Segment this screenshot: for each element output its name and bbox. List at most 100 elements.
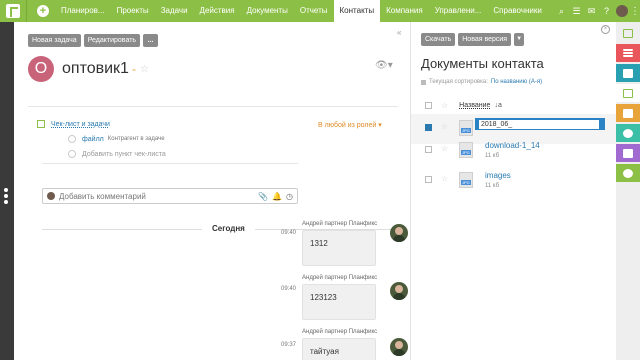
visibility-icon[interactable]: 👁▾ (375, 60, 393, 71)
print-icon[interactable] (616, 144, 640, 162)
comment-input[interactable]: Добавить комментарий 📎 🔔 ◷ (42, 188, 298, 204)
message-author: Андрей партнер Планфикс (302, 221, 378, 227)
checklist-title[interactable]: Чек-лист и задачи (51, 121, 110, 128)
sort-label: Текущая сортировка: (429, 79, 488, 85)
close-icon[interactable]: × (601, 25, 610, 34)
author-avatar (390, 224, 408, 242)
nav-item-actions[interactable]: Действия (194, 0, 241, 22)
nav-item-references[interactable]: Справочники (487, 0, 547, 22)
left-rail (0, 22, 14, 360)
author-avatar (390, 282, 408, 300)
author-avatar (390, 338, 408, 356)
nav-item-management[interactable]: Управлени... (429, 0, 488, 22)
message-author: Андрей партнер Планфикс (302, 275, 378, 281)
select-all-checkbox[interactable] (425, 102, 432, 109)
checklist-header: Чек-лист и задачи (37, 120, 110, 128)
top-navigation-bar: + Планиров... Проекты Задачи Действия До… (0, 0, 640, 22)
new-task-button[interactable]: Новая задача (28, 34, 81, 47)
add-item-circle (68, 150, 76, 158)
add-icon[interactable]: + (37, 5, 49, 17)
rename-input[interactable]: 2018_06_ (479, 120, 599, 129)
file-checkbox[interactable] (425, 146, 432, 153)
add-checklist-item-input[interactable]: Добавить пункт чек-листа (82, 151, 166, 158)
nav-item-tasks[interactable]: Задачи (155, 0, 194, 22)
file-list-header: ☆ Название ↓a (425, 101, 502, 110)
checklist-item: файлл Контрагент в задаче (68, 135, 165, 143)
star-icon[interactable]: ☆ (441, 144, 448, 153)
nav-item-projects[interactable]: Проекты (111, 0, 155, 22)
bell-icon[interactable]: 🔔 (272, 192, 282, 201)
file-size: 11 кб (485, 153, 500, 159)
contact-avatar: О (28, 56, 54, 82)
chevron-down-icon[interactable]: ▼ (514, 33, 525, 46)
rail-handle-icon[interactable] (4, 188, 9, 206)
file-name[interactable]: images (485, 171, 511, 180)
contact-status-dash: - (131, 62, 136, 76)
file-checkbox[interactable] (425, 176, 432, 183)
card-toolbar: Новая задача Редактировать ... (28, 34, 159, 47)
divider (42, 163, 298, 164)
nav-item-contacts[interactable]: Контакты (333, 0, 381, 22)
new-version-button[interactable]: Новая версия (458, 33, 512, 46)
nav-item-documents[interactable]: Документы (241, 0, 294, 22)
file-row[interactable]: ☆ JPG images 11 кб (411, 166, 617, 196)
documents-panel: Скачать Новая версия ▼ × Документы конта… (410, 22, 630, 360)
divider (26, 0, 27, 22)
right-icon-rail (616, 22, 640, 360)
star-icon[interactable]: ☆ (441, 174, 448, 183)
contact-header: О оптовик1 - ☆ (28, 56, 149, 82)
top-right-controls: ⌕ ☰ ✉ ? ⋮ (554, 0, 640, 22)
nav-item-planner[interactable]: Планиров... (55, 0, 111, 22)
sort-info: Текущая сортировка: По названию (А-я) (421, 79, 542, 85)
folder-icon[interactable] (616, 64, 640, 82)
file-row[interactable]: ☆ JPG download-1_14 11 кб (411, 136, 617, 166)
star-icon[interactable]: ☆ (140, 64, 149, 75)
image-file-icon: JPG (459, 172, 473, 188)
clipboard-icon[interactable] (616, 104, 640, 122)
checklist-item-link[interactable]: файлл (82, 136, 104, 143)
collapse-icon[interactable]: « (397, 28, 401, 37)
message-time: 09:37 (281, 342, 297, 348)
message-time: 09:40 (281, 286, 297, 292)
user-avatar[interactable] (616, 5, 628, 17)
checklist-item-checkbox[interactable] (68, 135, 76, 143)
sort-direction-icon[interactable]: ↓a (494, 102, 501, 109)
clock-icon[interactable]: ◷ (286, 192, 293, 201)
roles-filter[interactable]: В любой из ролей ▾ (318, 121, 382, 129)
edit-button[interactable]: Редактировать (83, 34, 141, 47)
search-icon[interactable]: ⌕ (554, 6, 569, 17)
message-author: Андрей партнер Планфикс (302, 329, 378, 335)
checklist-icon (37, 120, 45, 128)
message-time: 09:40 (281, 230, 297, 236)
list-icon[interactable]: ☰ (569, 6, 584, 17)
sort-value[interactable]: По названию (А-я) (491, 79, 542, 85)
notifications-icon[interactable]: ✉ (584, 6, 599, 17)
rename-field: 2018_06_ ☝ (475, 118, 630, 130)
checklist-item-subtitle: Контрагент в задаче (107, 136, 165, 142)
image-file-icon: JPG (459, 142, 473, 158)
message-bubble[interactable]: 1312 (302, 230, 376, 266)
download-button[interactable]: Скачать (421, 33, 456, 46)
help-icon[interactable]: ? (599, 6, 614, 16)
menu-icon[interactable]: ⋮ (630, 6, 640, 17)
more-button[interactable]: ... (143, 34, 159, 47)
nav-item-reports[interactable]: Отчеты (294, 0, 334, 22)
star-icon[interactable]: ☆ (441, 122, 448, 131)
nav-item-company[interactable]: Компания (380, 0, 429, 22)
file-checkbox[interactable] (425, 124, 432, 131)
file-name[interactable]: download-1_14 (485, 141, 540, 150)
panel-title: Документы контакта (421, 56, 544, 71)
message-bubble[interactable]: 123123 (302, 284, 376, 320)
attachment-icon[interactable]: 📎 (258, 192, 268, 201)
main-nav: Планиров... Проекты Задачи Действия Доку… (55, 0, 548, 22)
image-file-icon: JPG (459, 120, 473, 136)
key-icon[interactable] (616, 124, 640, 142)
documents-icon[interactable] (616, 84, 640, 102)
planfix-logo[interactable] (0, 0, 26, 22)
logo-mark-icon (6, 4, 20, 18)
list-icon[interactable] (616, 44, 640, 62)
message-bubble[interactable]: тайтуая (302, 338, 376, 360)
edit-icon[interactable] (616, 24, 640, 42)
history-icon[interactable] (616, 164, 640, 182)
column-name[interactable]: Название (459, 102, 490, 109)
